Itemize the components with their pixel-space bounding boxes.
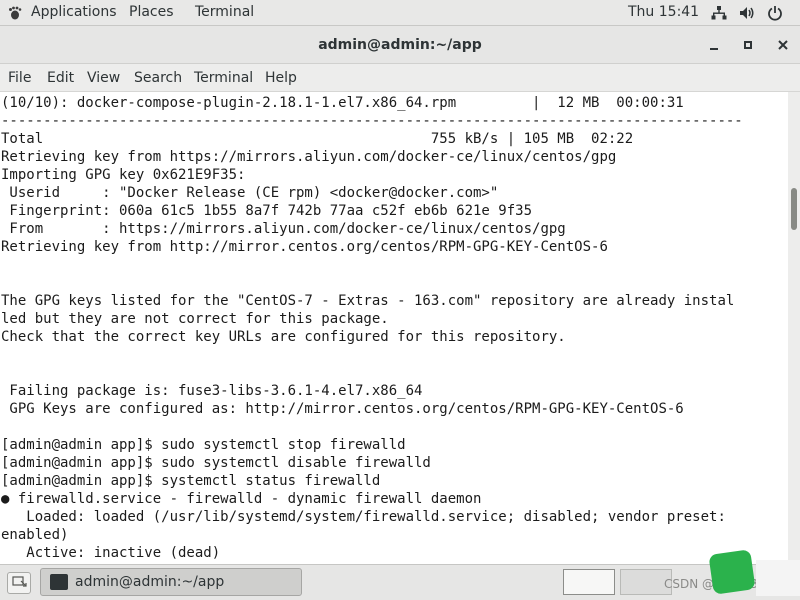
terminal-window-icon bbox=[50, 574, 68, 590]
maximize-icon[interactable] bbox=[740, 37, 756, 53]
power-icon[interactable] bbox=[767, 5, 783, 21]
menu-edit[interactable]: Edit bbox=[47, 70, 74, 86]
terminal-line: [admin@admin app]$ sudo systemctl disabl… bbox=[1, 455, 431, 471]
taskbar-window-item[interactable]: admin@admin:~/app bbox=[40, 568, 302, 596]
terminal-scrollbar[interactable] bbox=[788, 92, 800, 564]
input-method-logo bbox=[708, 549, 756, 595]
terminal-line: [admin@admin app]$ systemctl status fire… bbox=[1, 473, 381, 489]
terminal-line: Importing GPG key 0x621E9F35: bbox=[1, 167, 246, 183]
menu-view[interactable]: View bbox=[87, 70, 120, 86]
menu-terminal[interactable]: Terminal bbox=[194, 70, 253, 86]
terminal-line: [admin@admin app]$ sudo systemctl stop f… bbox=[1, 437, 406, 453]
terminal-line: Fingerprint: 060a 61c5 1b55 8a7f 742b 77… bbox=[1, 203, 533, 219]
terminal-app-menu[interactable]: Terminal bbox=[195, 4, 254, 20]
show-desktop-icon bbox=[12, 576, 27, 587]
terminal-line: Userid : "Docker Release (CE rpm) <docke… bbox=[1, 185, 499, 201]
places-menu[interactable]: Places bbox=[129, 4, 174, 20]
terminal-line: Loaded: loaded (/usr/lib/systemd/system/… bbox=[1, 509, 726, 525]
network-icon[interactable] bbox=[711, 5, 727, 21]
menu-help[interactable]: Help bbox=[265, 70, 297, 86]
terminal-line: Retrieving key from https://mirrors.aliy… bbox=[1, 149, 617, 165]
terminal-line: The GPG keys listed for the "CentOS-7 - … bbox=[1, 293, 735, 309]
terminal-line: Check that the correct key URLs are conf… bbox=[1, 329, 566, 345]
terminal-line: Failing package is: fuse3-libs-3.6.1-4.e… bbox=[1, 383, 423, 399]
terminal-line: GPG Keys are configured as: http://mirro… bbox=[1, 401, 684, 417]
volume-icon[interactable] bbox=[739, 5, 755, 21]
terminal-line: ● firewalld.service - firewalld - dynami… bbox=[1, 491, 482, 507]
applications-foot-icon bbox=[9, 6, 22, 20]
taskbar-window-label: admin@admin:~/app bbox=[75, 574, 225, 590]
terminal-line: Total 755 kB/s | 105 MB 02:22 bbox=[1, 131, 634, 147]
window-titlebar[interactable]: admin@admin:~/app bbox=[0, 26, 800, 64]
terminal-line: led but they are not correct for this pa… bbox=[1, 311, 389, 327]
terminal-line: Retrieving key from http://mirror.centos… bbox=[1, 239, 608, 255]
menu-bar: File Edit View Search Terminal Help bbox=[0, 64, 800, 92]
workspace-1[interactable] bbox=[563, 569, 615, 595]
minimize-icon[interactable] bbox=[706, 37, 722, 53]
menu-file[interactable]: File bbox=[8, 70, 31, 86]
terminal-lines: (10/10): docker-compose-plugin-2.18.1-1.… bbox=[1, 94, 743, 562]
terminal-line: ----------------------------------------… bbox=[1, 113, 743, 129]
top-panel: Applications Places Terminal Thu 15:41 bbox=[0, 0, 800, 26]
scrollbar-thumb[interactable] bbox=[791, 188, 797, 230]
bottom-taskbar: admin@admin:~/app CSDN @lloyd2365 bbox=[0, 564, 800, 600]
terminal-line: (10/10): docker-compose-plugin-2.18.1-1.… bbox=[1, 95, 684, 111]
terminal-line: From : https://mirrors.aliyun.com/docker… bbox=[1, 221, 566, 237]
applications-menu[interactable]: Applications bbox=[31, 4, 117, 20]
terminal-line: enabled) bbox=[1, 527, 69, 543]
window-title: admin@admin:~/app bbox=[318, 37, 482, 53]
terminal-line: Active: inactive (dead) bbox=[1, 545, 221, 561]
show-desktop-button[interactable] bbox=[7, 572, 31, 594]
terminal-output[interactable]: (10/10): docker-compose-plugin-2.18.1-1.… bbox=[0, 92, 788, 564]
clock[interactable]: Thu 15:41 bbox=[628, 4, 699, 20]
menu-search[interactable]: Search bbox=[134, 70, 182, 86]
close-icon[interactable] bbox=[775, 37, 791, 53]
input-method-logo-secondary bbox=[756, 560, 800, 596]
